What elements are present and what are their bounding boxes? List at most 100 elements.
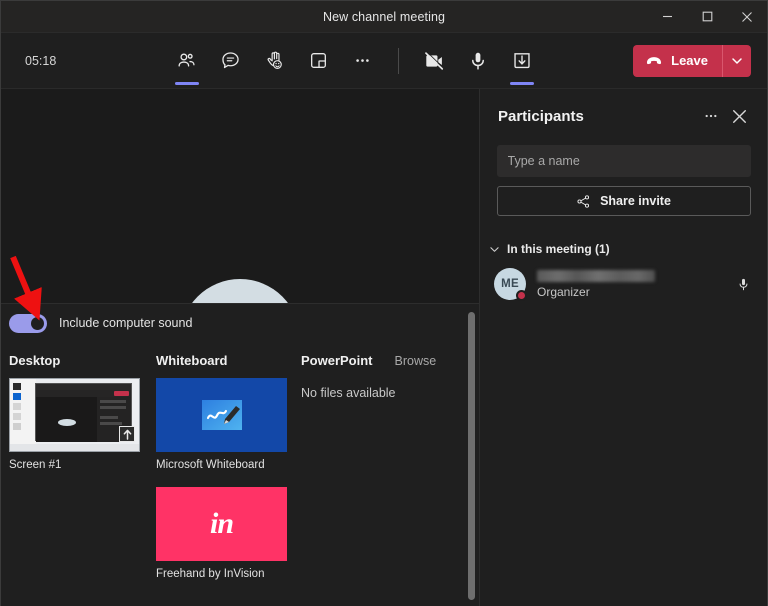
screen-share-badge [119, 426, 135, 442]
mini-desktop-sidebar [10, 379, 36, 447]
freehand-invision-caption: Freehand by InVision [156, 568, 301, 580]
leave-label: Leave [671, 53, 708, 68]
microphone-icon [467, 50, 489, 72]
mini-icon-d [13, 413, 21, 420]
share-tray-icon [511, 50, 533, 72]
participant-row[interactable]: ME Organizer [480, 262, 767, 306]
toggle-knob [31, 317, 44, 330]
leave-button[interactable]: Leave [633, 45, 722, 77]
minimize-button[interactable] [647, 1, 687, 33]
desktop-column: Screen #1 [1, 378, 156, 596]
include-computer-sound-label: Include computer sound [59, 316, 192, 330]
toolbar-divider [398, 48, 399, 74]
share-active-underline [510, 82, 534, 85]
maximize-icon [702, 11, 713, 22]
include-computer-sound-row: Include computer sound [1, 304, 479, 342]
whiteboard-column: Microsoft Whiteboard in Freehand by InVi… [156, 378, 301, 596]
share-invite-button[interactable]: Share invite [497, 186, 751, 216]
microsoft-whiteboard-thumbnail [156, 378, 287, 452]
camera-button[interactable] [415, 42, 453, 80]
share-item-freehand-invision[interactable]: in Freehand by InVision [156, 487, 301, 580]
chat-icon [220, 50, 241, 71]
microphone-button[interactable] [459, 42, 497, 80]
mini-stage [36, 397, 98, 442]
screen-1-caption: Screen #1 [9, 459, 156, 471]
browse-link[interactable]: Browse [395, 354, 437, 368]
title-bar: New channel meeting [1, 1, 767, 33]
desktop-header-label: Desktop [9, 353, 60, 368]
maximize-button[interactable] [687, 1, 727, 33]
participants-panel-header: Participants [480, 89, 767, 143]
hangup-icon [645, 52, 663, 70]
participants-button[interactable] [168, 42, 206, 80]
freehand-invision-thumbnail: in [156, 487, 287, 561]
mini-line-1 [100, 400, 126, 403]
whiteboard-header-label: Whiteboard [156, 353, 228, 368]
mini-toolbar [36, 390, 131, 397]
whiteboard-icon [200, 398, 244, 432]
participant-role: Organizer [537, 285, 736, 299]
mini-icon-b [13, 393, 21, 400]
people-icon [176, 50, 197, 71]
powerpoint-column: No files available [301, 378, 479, 596]
leave-dropdown-button[interactable] [723, 45, 751, 77]
reactions-button[interactable] [256, 42, 294, 80]
upload-arrow-icon [123, 429, 132, 440]
meeting-toolbar: 05:18 [1, 33, 767, 89]
share-tray-columns: Screen #1 [1, 378, 479, 596]
desktop-column-header: Desktop [1, 352, 156, 370]
toolbar-right-group: Leave [623, 45, 751, 77]
share-item-screen-1[interactable]: Screen #1 [9, 378, 156, 471]
microphone-icon [736, 277, 751, 292]
participants-more-options-button[interactable] [697, 102, 725, 130]
share-item-microsoft-whiteboard[interactable]: Microsoft Whiteboard [156, 378, 301, 471]
meeting-timer: 05:18 [25, 54, 85, 68]
include-computer-sound-toggle[interactable] [9, 314, 47, 333]
mini-leave-button [114, 391, 129, 396]
camera-off-icon [423, 50, 445, 72]
share-tray-scrollbar[interactable] [468, 312, 475, 600]
participant-name-redacted [537, 270, 655, 282]
mini-line-3 [100, 416, 118, 419]
more-options-button[interactable] [344, 42, 382, 80]
chevron-down-icon [731, 55, 743, 67]
mini-icon-a [13, 383, 21, 390]
chevron-down-icon [490, 245, 499, 254]
minimize-icon [662, 11, 673, 22]
presence-badge-busy [516, 290, 527, 301]
breakout-rooms-icon [308, 50, 329, 71]
in-this-meeting-group-header[interactable]: In this meeting (1) [490, 242, 767, 256]
teams-meeting-window: New channel meeting 05:18 [0, 0, 768, 606]
invision-logo-glyph: in [210, 507, 233, 541]
share-icon [576, 194, 591, 209]
mini-teams-window [35, 383, 132, 441]
chat-button[interactable] [212, 42, 250, 80]
powerpoint-header-label: PowerPoint [301, 353, 373, 368]
reactions-icon [264, 50, 285, 71]
whiteboard-column-header: Whiteboard [156, 352, 301, 370]
screen-1-thumbnail [9, 378, 140, 452]
share-content-button[interactable] [503, 42, 541, 80]
toolbar-center-group [85, 42, 623, 80]
participants-active-underline [175, 82, 199, 85]
mini-taskbar [10, 444, 140, 451]
avatar: ME [494, 268, 526, 300]
mini-icon-e [13, 423, 21, 430]
powerpoint-column-header: PowerPoint Browse [301, 353, 436, 368]
window-title: New channel meeting [1, 10, 647, 24]
participant-mute-button[interactable] [736, 277, 751, 292]
close-icon [732, 109, 747, 124]
microsoft-whiteboard-caption: Microsoft Whiteboard [156, 459, 301, 471]
participants-close-button[interactable] [725, 102, 753, 130]
mini-icon-c [13, 403, 21, 410]
share-invite-label: Share invite [600, 194, 671, 208]
mini-stage-avatar [58, 419, 76, 426]
participant-search-input[interactable] [497, 145, 751, 177]
breakout-rooms-button[interactable] [300, 42, 338, 80]
close-button[interactable] [727, 1, 767, 33]
participants-panel-title: Participants [498, 108, 697, 125]
window-controls [647, 1, 767, 33]
more-options-icon [352, 50, 373, 71]
close-icon [741, 11, 753, 23]
more-options-icon [703, 108, 719, 124]
